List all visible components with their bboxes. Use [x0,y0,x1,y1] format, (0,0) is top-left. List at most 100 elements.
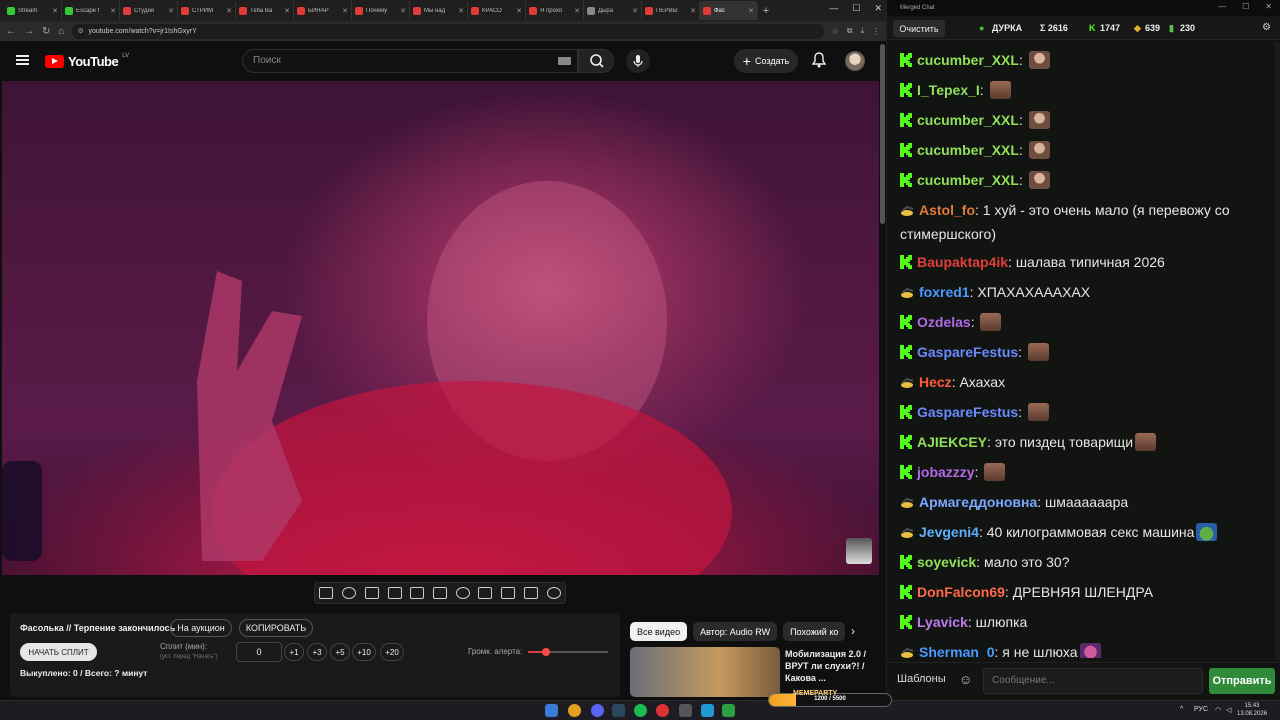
start-icon[interactable] [545,704,558,717]
chat-scrollbar[interactable] [1275,42,1280,660]
maximize-icon[interactable]: ☐ [1242,2,1249,11]
browser-tab[interactable]: Почему ✕ [352,1,410,20]
tab-close-icon[interactable]: ✕ [748,7,754,15]
chat-username[interactable]: DonFalcon69 [917,584,1005,600]
tab-close-icon[interactable]: ✕ [516,7,522,15]
tab-close-icon[interactable]: ✕ [168,7,174,15]
page-scrollbar[interactable] [880,44,885,224]
audio-icon[interactable] [342,587,357,599]
app-icon[interactable] [656,704,669,717]
clock[interactable]: 15:43 13.08.2026 [1237,702,1267,718]
keyboard-icon[interactable] [558,57,571,65]
back-icon[interactable]: ← [6,26,16,37]
chevron-right-icon[interactable]: › [851,624,855,638]
chat-username[interactable]: cucumber_XXL [917,172,1019,188]
send-button[interactable]: Отправить [1209,668,1275,694]
chat-username[interactable]: cucumber_XXL [917,142,1019,158]
related-thumbnail[interactable] [630,647,780,697]
new-tab-icon[interactable]: + [758,5,774,17]
chat-username[interactable]: Jevgeni4 [919,524,979,540]
search-input[interactable]: Поиск [242,49,578,73]
download-icon[interactable]: ⤓ [860,26,864,36]
tray-arrow-icon[interactable]: ^ [1180,706,1183,713]
reload-icon[interactable]: ↻ [42,26,50,37]
auction-button[interactable]: На аукцион [170,619,232,637]
chat-username[interactable]: cucumber_XXL [917,52,1019,68]
increment-button[interactable]: +1 [284,643,304,661]
tab-close-icon[interactable]: ✕ [284,7,290,15]
browser-tab[interactable]: Escape f ✕ [62,1,120,20]
browser-tab[interactable]: Stream ✕ [4,1,62,20]
gear-icon[interactable]: ⚙ [1262,22,1271,33]
tab-close-icon[interactable]: ✕ [690,7,696,15]
site-info-icon[interactable]: ⚙ [77,27,83,35]
chat-username[interactable]: GaspareFestus [917,404,1018,420]
chat-username[interactable]: Sherman_0 [919,644,994,658]
filter-icon[interactable] [523,587,538,599]
app3-icon[interactable] [722,704,735,717]
browser-tab[interactable]: Студия ✕ [120,1,178,20]
video-player[interactable] [2,81,879,575]
filter-chip[interactable]: Автор: Audio RW [693,622,778,641]
clip-icon[interactable] [387,587,402,599]
browser-tab[interactable]: Мы над ✕ [410,1,468,20]
browser-tab[interactable]: Я прохо ✕ [526,1,584,20]
chat-username[interactable]: Ozdelas [917,314,971,330]
browser-tab[interactable]: Дыра ✕ [584,1,642,20]
minimize-icon[interactable]: — [829,3,838,14]
add-icon[interactable] [478,587,493,599]
discord-icon[interactable] [591,704,604,717]
menu-icon[interactable]: ⋮ [872,27,880,36]
cinema-icon[interactable] [432,587,447,599]
browser-tab[interactable]: Теба Ва ✕ [236,1,294,20]
spotify-icon[interactable] [634,704,647,717]
forward-icon[interactable]: → [24,26,34,37]
account-avatar[interactable] [845,51,865,71]
maximize-icon[interactable]: ☐ [852,3,860,14]
templates-button[interactable]: Шаблоны [897,673,946,685]
speed-icon[interactable] [455,587,470,599]
close-icon[interactable]: ✕ [1265,2,1272,11]
start-split-button[interactable]: НАЧАТЬ СПЛИТ [20,643,97,661]
app2-icon[interactable] [679,704,692,717]
tab-close-icon[interactable]: ✕ [342,7,348,15]
steam-icon[interactable] [612,704,625,717]
menu-burger-icon[interactable] [16,55,29,65]
close-icon[interactable]: ✕ [874,3,882,14]
chat-username[interactable]: Армагеддоновна [919,494,1037,510]
alert-volume-slider[interactable] [528,648,608,656]
increment-button[interactable]: +10 [352,643,376,661]
chrome-icon[interactable] [568,704,581,717]
increment-button[interactable]: +5 [330,643,350,661]
browser-tab[interactable]: БИНАР ✕ [294,1,352,20]
chat-username[interactable]: I_Tepex_I [917,82,980,98]
extensions-icon[interactable]: ⧉ [847,26,853,36]
telegram-icon[interactable] [701,704,714,717]
youtube-logo[interactable]: YouTube LV [45,53,129,69]
lang-indicator[interactable]: РУС [1194,706,1208,713]
chat-username[interactable]: Astol_fo [919,202,975,218]
loop-icon[interactable] [319,587,334,599]
preview-icon[interactable] [364,587,379,599]
tab-close-icon[interactable]: ✕ [458,7,464,15]
chat-username[interactable]: Hecz [919,374,952,390]
star-icon[interactable]: ☆ [832,27,839,36]
filter-chip[interactable]: Похожий ко [783,622,846,641]
browser-tab[interactable]: СТРИМ ✕ [178,1,236,20]
tab-close-icon[interactable]: ✕ [226,7,232,15]
browser-tab[interactable]: КРАСО ✕ [468,1,526,20]
tab-close-icon[interactable]: ✕ [400,7,406,15]
url-bar[interactable]: ⚙ youtube.com/watch?v=jr1IshGxyrY [72,23,824,39]
chat-username[interactable]: soyevick [917,554,976,570]
chat-username[interactable]: foxred1 [919,284,970,300]
browser-tab[interactable]: ПЕРВЫ ✕ [642,1,700,20]
message-input[interactable]: Сообщение... [983,668,1203,694]
screenshot-icon[interactable] [501,587,516,599]
chat-username[interactable]: GaspareFestus [917,344,1018,360]
wifi-icon[interactable]: ◠ [1215,706,1221,714]
split-minutes-input[interactable]: 0 [236,642,282,662]
chat-username[interactable]: Lyavick [917,614,968,630]
increment-button[interactable]: +20 [380,643,404,661]
chat-username[interactable]: AJIEKCEY [917,434,987,450]
settings-icon[interactable] [546,587,561,599]
